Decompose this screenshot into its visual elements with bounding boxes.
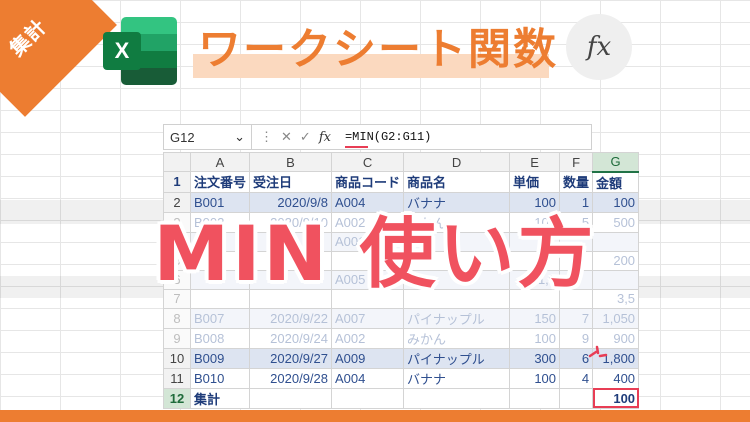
enter-check-icon[interactable]: ✓: [300, 129, 311, 145]
table-header-cell[interactable]: 金額: [592, 171, 640, 193]
cell[interactable]: 300: [509, 347, 561, 369]
column-header[interactable]: F: [559, 152, 594, 172]
column-header-selected[interactable]: G: [592, 152, 640, 173]
table-header-cell[interactable]: 注文番号: [189, 171, 251, 193]
cell[interactable]: 4: [559, 367, 594, 389]
active-cell-g12[interactable]: 100: [592, 387, 640, 409]
table-header-cell[interactable]: 商品名: [403, 171, 511, 193]
sparkle-icon: [588, 345, 608, 358]
select-all-corner[interactable]: [163, 152, 191, 172]
cell[interactable]: 100: [509, 327, 561, 349]
page-title: ワークシート関数: [198, 25, 558, 75]
cell[interactable]: 2020/9/27: [249, 347, 333, 369]
cell[interactable]: [509, 387, 561, 409]
formula-text: =MIN(G2:G11): [344, 130, 432, 144]
cell[interactable]: A009: [331, 347, 405, 369]
cell[interactable]: 400: [592, 367, 640, 389]
cell[interactable]: 1,050: [592, 307, 640, 329]
cell[interactable]: B007: [189, 307, 251, 329]
formula-underline: [344, 146, 368, 148]
table-header-cell[interactable]: 単価: [509, 171, 561, 193]
table-header-cell[interactable]: 数量: [559, 171, 594, 193]
cell[interactable]: B009: [189, 347, 251, 369]
insert-function-icon[interactable]: fx: [319, 130, 331, 145]
cell[interactable]: A007: [331, 307, 405, 329]
row-header[interactable]: 9: [163, 327, 191, 349]
chevron-down-icon[interactable]: ⌄: [234, 129, 245, 145]
bottom-accent-bar: [0, 410, 750, 422]
cell[interactable]: B010: [189, 367, 251, 389]
cell[interactable]: 150: [509, 307, 561, 329]
row-header[interactable]: 1: [163, 171, 191, 193]
cell[interactable]: [559, 387, 594, 409]
column-header[interactable]: B: [249, 152, 333, 172]
excel-logo-icon: X: [103, 17, 177, 85]
row-header-selected[interactable]: 12: [163, 387, 191, 409]
cell[interactable]: パイナップル: [403, 347, 511, 369]
cell[interactable]: 7: [559, 307, 594, 329]
column-header[interactable]: E: [509, 152, 561, 172]
cell[interactable]: パイナップル: [403, 307, 511, 329]
cell[interactable]: 2020/9/22: [249, 307, 333, 329]
cell[interactable]: 2020/9/28: [249, 367, 333, 389]
name-box-value: G12: [170, 129, 195, 145]
cell[interactable]: バナナ: [403, 367, 511, 389]
cell[interactable]: A004: [331, 367, 405, 389]
headline: MIN 使い方: [153, 209, 597, 298]
cell[interactable]: 100: [509, 367, 561, 389]
excel-logo-letter: X: [103, 32, 141, 70]
cell[interactable]: [249, 387, 333, 409]
row-header[interactable]: 10: [163, 347, 191, 369]
cell[interactable]: B008: [189, 327, 251, 349]
cell[interactable]: [403, 387, 511, 409]
cell[interactable]: 2020/9/24: [249, 327, 333, 349]
total-label-cell[interactable]: 集計: [189, 387, 251, 409]
cell[interactable]: [331, 387, 405, 409]
column-header[interactable]: C: [331, 152, 405, 172]
column-header[interactable]: A: [189, 152, 251, 172]
formula-bar: G12 ⌄ ⋮ ✕ ✓ fx =MIN(G2:G11): [163, 124, 592, 150]
cancel-icon[interactable]: ✕: [281, 129, 292, 145]
corner-ribbon: [0, 0, 117, 117]
fx-icon: fx: [566, 14, 632, 80]
formula-input[interactable]: =MIN(G2:G11): [339, 130, 432, 148]
cell[interactable]: A002: [331, 327, 405, 349]
column-header[interactable]: D: [403, 152, 511, 172]
table-header-cell[interactable]: 商品コード: [331, 171, 405, 193]
row-header[interactable]: 8: [163, 307, 191, 329]
cell[interactable]: みかん: [403, 327, 511, 349]
table-header-cell[interactable]: 受注日: [249, 171, 333, 193]
name-box[interactable]: G12 ⌄: [164, 125, 252, 149]
row-header[interactable]: 11: [163, 367, 191, 389]
more-options-icon[interactable]: ⋮: [260, 129, 273, 145]
